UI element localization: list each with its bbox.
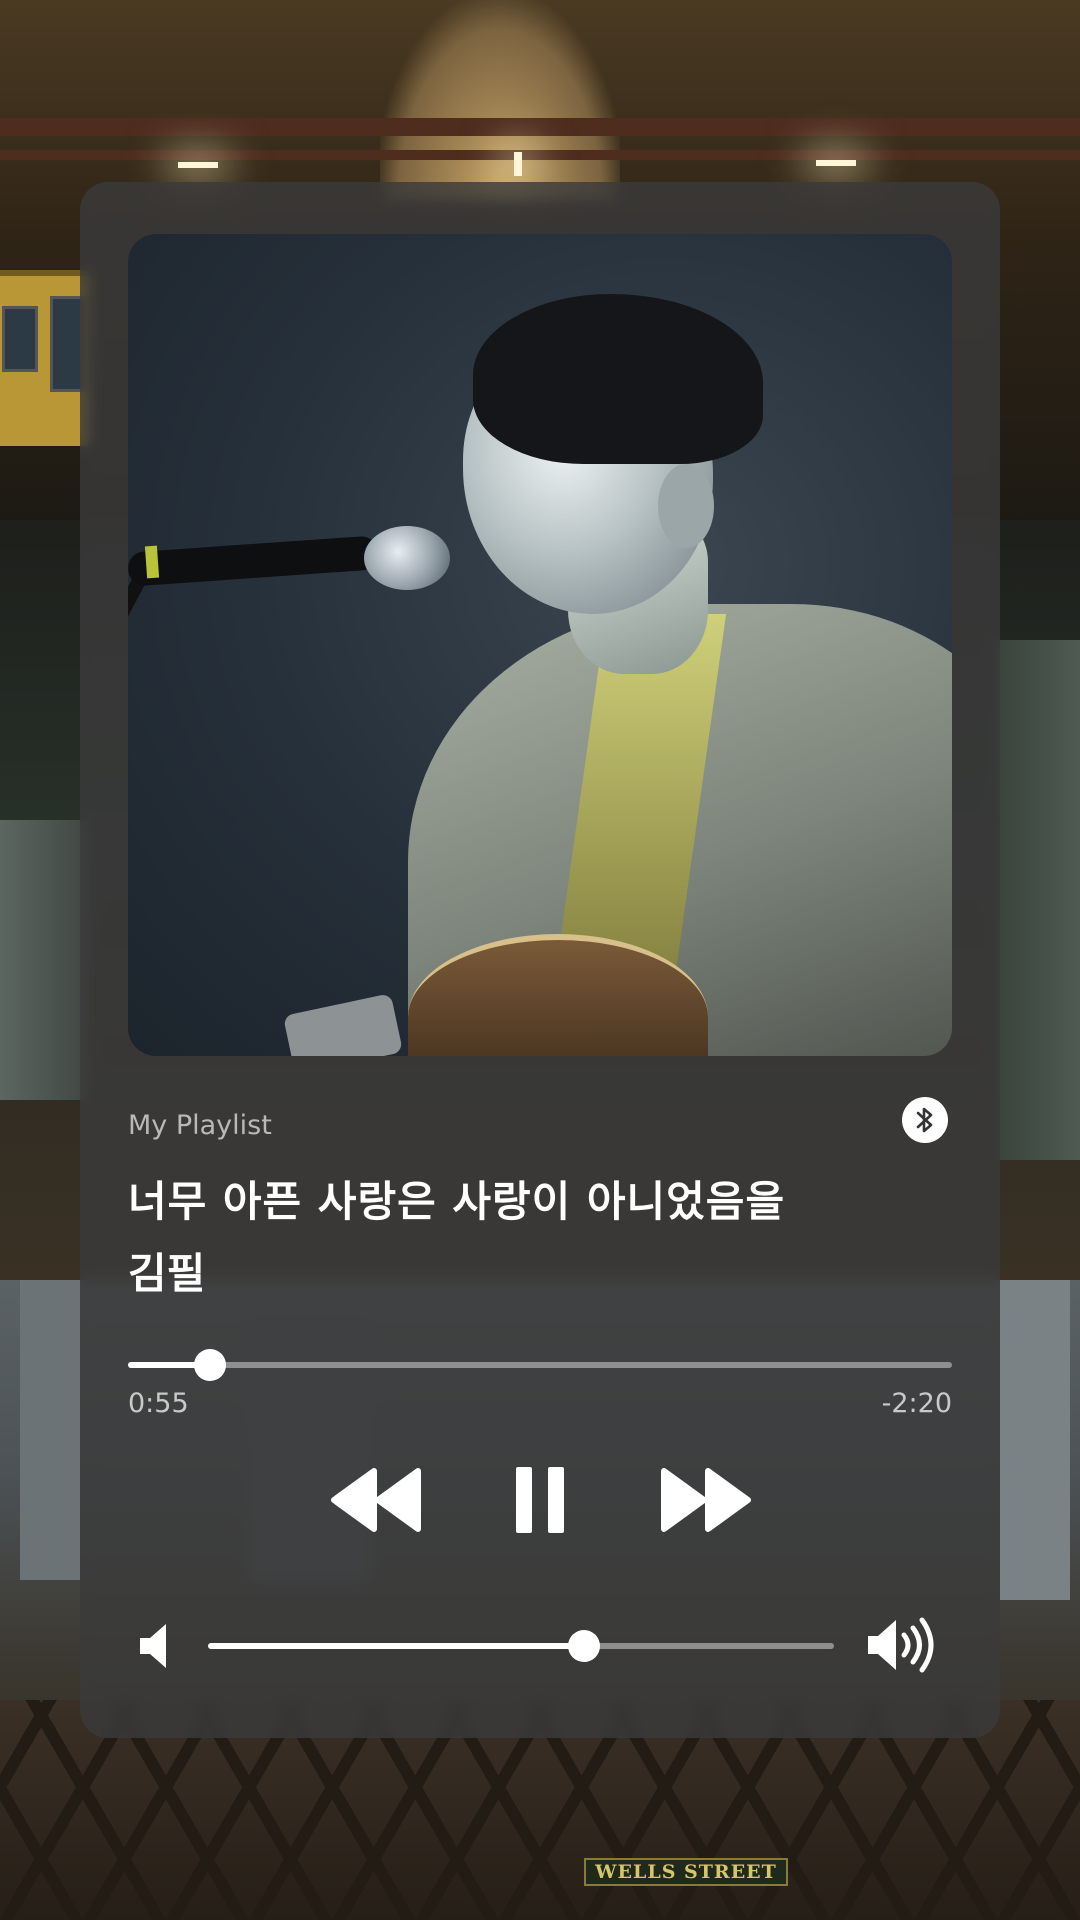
ceiling-light [514,152,522,176]
progress-thumb[interactable] [194,1349,227,1381]
fast-forward-button[interactable] [658,1465,752,1535]
ceiling-light [816,160,856,166]
pause-icon [516,1467,564,1533]
bluetooth-button[interactable] [902,1097,948,1143]
bluetooth-icon [916,1107,933,1133]
ceiling-light [178,162,218,168]
volume-thumb[interactable] [567,1630,600,1662]
train-car-left [0,820,90,1100]
time-elapsed: 0:55 [128,1388,189,1419]
rewind-icon [331,1468,421,1532]
volume-slider[interactable] [208,1630,834,1662]
ceiling-arch [380,0,620,200]
artist-name: 김필 [128,1249,206,1298]
ceiling-beam [0,118,1080,136]
album-artwork [128,234,952,1056]
train-car-right [995,640,1080,1160]
fast-forward-icon [661,1468,751,1532]
pause-button[interactable] [505,1465,575,1535]
song-title: 너무 아픈 사랑은 사랑이 아니었음을 [128,1177,786,1226]
volume-low-icon [140,1624,166,1668]
player-card: My Playlist 너무 아픈 사랑은 사랑이 아니었음을 김필 0:55 … [80,182,1000,1738]
ceiling-beam [0,150,1080,160]
playlist-label: My Playlist [128,1110,272,1141]
time-remaining: -2:20 [881,1388,952,1419]
rewind-button[interactable] [330,1465,424,1535]
volume-fill [208,1643,584,1649]
yellow-train [0,270,90,446]
station-sign: WELLS STREET [584,1858,788,1886]
volume-high-icon [868,1617,934,1673]
progress-bar[interactable] [128,1349,952,1381]
